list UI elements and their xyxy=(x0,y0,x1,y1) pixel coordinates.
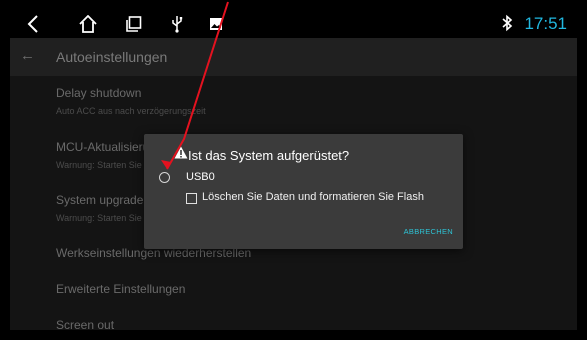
format-flash-label[interactable]: Löschen Sie Daten und formatieren Sie Fl… xyxy=(202,191,424,203)
usb0-radio[interactable] xyxy=(159,172,170,183)
recent-apps-icon[interactable] xyxy=(123,14,145,34)
home-icon[interactable] xyxy=(76,14,100,34)
usb0-option-label[interactable]: USB0 xyxy=(186,171,215,183)
warning-icon xyxy=(174,146,188,164)
setting-title: Delay shutdown xyxy=(56,86,142,100)
back-arrow-icon[interactable]: ← xyxy=(20,47,35,64)
setting-title: Screen out xyxy=(56,318,115,330)
image-icon xyxy=(208,14,224,34)
format-flash-checkbox[interactable] xyxy=(186,193,197,204)
setting-screen-out[interactable]: Screen out xyxy=(56,318,577,330)
bluetooth-icon xyxy=(501,14,513,38)
setting-subtitle: Auto ACC aus nach verzögerungszeit xyxy=(56,106,206,116)
status-bar: 17:51 xyxy=(10,10,577,38)
dialog-title: Ist das System aufgerüstet? xyxy=(188,148,350,163)
setting-delay-shutdown[interactable]: Delay shutdown Auto ACC aus nach verzöge… xyxy=(56,86,577,116)
setting-advanced[interactable]: Erweiterte Einstellungen xyxy=(56,282,577,296)
page-title: Autoeinstellungen xyxy=(56,49,168,65)
cancel-button[interactable]: ABBRECHEN xyxy=(404,227,453,236)
back-chevron-icon[interactable] xyxy=(22,14,44,34)
upgrade-dialog: Ist das System aufgerüstet? USB0 Löschen… xyxy=(144,134,463,249)
clock-time: 17:51 xyxy=(524,14,567,33)
screen-frame: 17:51 ← Autoeinstellungen Delay shutdown… xyxy=(10,10,577,330)
app-bar: ← Autoeinstellungen xyxy=(10,38,577,76)
setting-title: Erweiterte Einstellungen xyxy=(56,282,186,296)
usb-icon xyxy=(169,14,185,34)
